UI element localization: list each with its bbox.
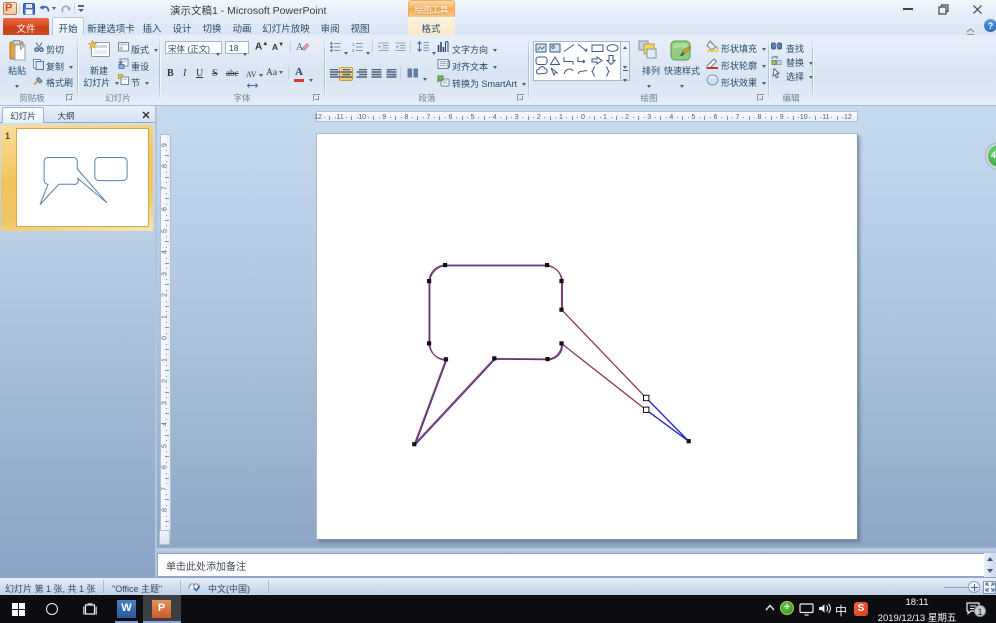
svg-text:1: 1: [352, 42, 355, 47]
svg-text:2: 2: [352, 48, 355, 52]
